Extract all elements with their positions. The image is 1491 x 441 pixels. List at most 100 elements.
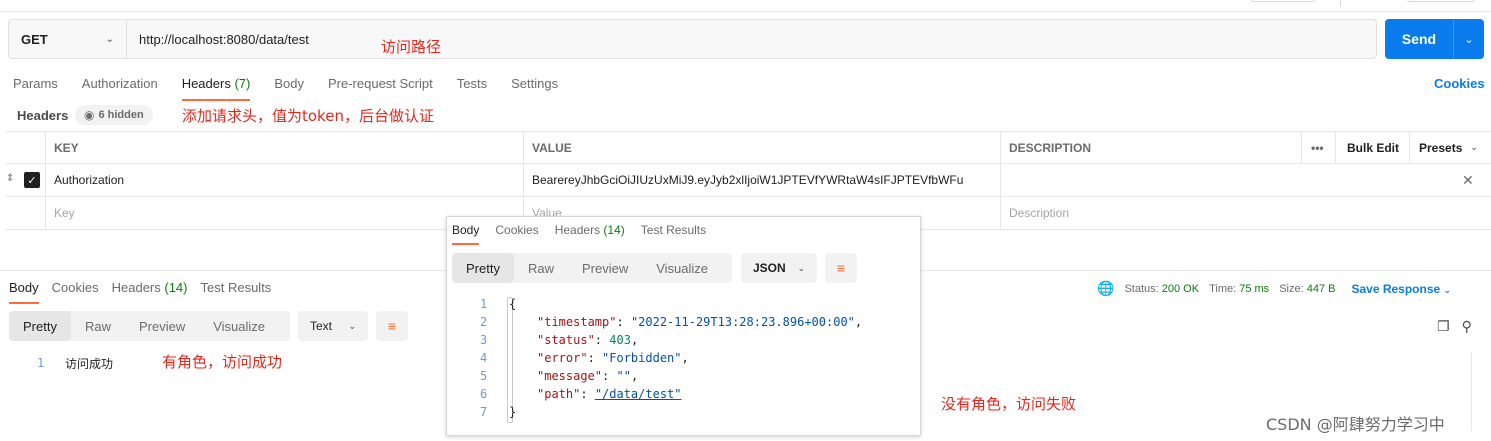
request-tabs: Params Authorization Headers (7) Body Pr… [13, 76, 558, 101]
description-placeholder[interactable]: Description [1000, 197, 1069, 229]
save-response-label: Save Response [1351, 281, 1441, 296]
eye-icon: ◉ [84, 108, 95, 122]
line-number: 2 [480, 315, 488, 329]
format-visualize[interactable]: Visualize [199, 311, 279, 341]
wrap-lines-icon[interactable]: ≡ [825, 253, 857, 283]
line-number: 4 [480, 351, 488, 365]
tab-params[interactable]: Params [13, 76, 58, 101]
key-placeholder[interactable]: Key [45, 197, 75, 229]
top-button-edge [1250, 0, 1316, 2]
json-line-status: "status": 403, [537, 333, 639, 347]
overlay-tab-headers[interactable]: Headers (14) [555, 223, 625, 245]
status-label: Status: [1124, 282, 1159, 295]
overlay-format-group: Pretty Raw Preview Visualize [452, 253, 732, 283]
wrap-lines-icon[interactable]: ≡ [376, 311, 408, 341]
json-value: "2022-11-29T13:28:23.896+00:00" [630, 315, 855, 329]
response-tab-headers-label: Headers [111, 280, 161, 295]
copy-icon[interactable]: ❐ [1437, 318, 1450, 335]
row-checkbox[interactable]: ✓ [24, 172, 40, 188]
time-value: 75 ms [1239, 282, 1270, 295]
size-value: 447 B [1306, 282, 1336, 295]
top-button-edge [1407, 0, 1475, 2]
size-text: Size: 447 B [1279, 283, 1335, 295]
scrollbar[interactable] [1471, 352, 1472, 431]
presets-button[interactable]: Presets ⌄ [1410, 132, 1478, 163]
json-value: "" [616, 369, 631, 383]
overlay-tab-test-results[interactable]: Test Results [641, 223, 706, 245]
response-overlay: Body Cookies Headers (14) Test Results P… [446, 216, 921, 436]
response-type-select[interactable]: Text ⌄ [298, 311, 368, 341]
json-line-path: "path": "/data/test" [537, 387, 682, 401]
method-label: GET [21, 31, 48, 47]
line-number: 7 [480, 405, 488, 419]
tab-headers[interactable]: Headers (7) [181, 76, 251, 101]
header-key[interactable]: Authorization [45, 164, 124, 196]
cookies-link[interactable]: Cookies [1434, 76, 1485, 91]
save-response-button[interactable]: Save Response ⌄ [1351, 282, 1451, 296]
time-text: Time: 75 ms [1209, 283, 1269, 295]
globe-icon[interactable]: 🌐 [1097, 280, 1114, 297]
overlay-format-pretty[interactable]: Pretty [452, 253, 514, 283]
line-number: 1 [480, 297, 488, 311]
overlay-type-select[interactable]: JSON ⌄ [741, 253, 817, 283]
header-description[interactable] [1000, 164, 1009, 196]
line-number: 3 [480, 333, 488, 347]
overlay-format-preview[interactable]: Preview [568, 253, 642, 283]
overlay-tab-body[interactable]: Body [452, 223, 480, 245]
tab-headers-label: Headers [181, 76, 231, 91]
more-options-icon[interactable]: ••• [1302, 132, 1324, 163]
overlay-tab-cookies[interactable]: Cookies [495, 223, 538, 245]
response-tab-test-results[interactable]: Test Results [201, 280, 272, 304]
tab-tests[interactable]: Tests [457, 76, 487, 101]
response-tab-cookies[interactable]: Cookies [52, 280, 99, 304]
format-raw[interactable]: Raw [71, 311, 125, 341]
format-pretty[interactable]: Pretty [9, 311, 71, 341]
time-label: Time: [1209, 282, 1237, 295]
send-label: Send [1385, 19, 1454, 59]
format-preview[interactable]: Preview [125, 311, 199, 341]
chevron-down-icon: ⌄ [105, 33, 114, 45]
response-tab-body[interactable]: Body [9, 280, 39, 304]
method-select[interactable]: GET ⌄ [9, 20, 127, 58]
chevron-down-icon: ⌄ [1443, 284, 1452, 295]
json-line-message: "message": "", [537, 369, 639, 383]
json-key: "path" [537, 387, 581, 401]
header-value[interactable]: BearereyJhbGciOiJIUzUxMiJ9.eyJyb2xlIjoiW… [523, 164, 963, 196]
overlay-tab-headers-count: (14) [603, 223, 625, 237]
json-key: "status" [537, 333, 595, 347]
hidden-count: 6 hidden [98, 109, 144, 121]
send-button[interactable]: Send ⌄ [1385, 19, 1484, 59]
column-description: DESCRIPTION [1009, 140, 1092, 155]
response-tab-headers[interactable]: Headers (14) [112, 280, 188, 304]
response-status-bar: 🌐 Status: 200 OK Time: 75 ms Size: 447 B… [1097, 280, 1451, 297]
bulk-edit-button[interactable]: Bulk Edit [1338, 132, 1399, 163]
tab-settings[interactable]: Settings [511, 76, 558, 101]
url-input[interactable]: http://localhost:8080/data/test [127, 32, 309, 47]
overlay-tabs: Body Cookies Headers (14) Test Results [452, 223, 706, 245]
response-type-label: Text [310, 319, 333, 333]
line-number: 1 [37, 356, 45, 370]
hidden-headers-toggle[interactable]: ◉ 6 hidden [75, 105, 153, 125]
json-value: "Forbidden" [602, 351, 682, 365]
column-key: KEY [54, 140, 79, 155]
response-body-line: 访问成功 [65, 357, 114, 371]
overlay-type-label: JSON [753, 261, 786, 275]
json-path-link[interactable]: "/data/test" [595, 387, 682, 401]
tab-body[interactable]: Body [274, 76, 304, 101]
table-row: ⇕ ✓ Authorization BearereyJhbGciOiJIUzUx… [6, 164, 1491, 197]
top-divider [1340, 0, 1341, 6]
overlay-format-visualize[interactable]: Visualize [642, 253, 722, 283]
drag-handle-icon[interactable]: ⇕ [6, 173, 14, 184]
search-icon[interactable]: ⚲ [1462, 318, 1472, 335]
url-bar: GET ⌄ http://localhost:8080/data/test [8, 19, 1377, 59]
size-label: Size: [1279, 282, 1304, 295]
annotation-url: 访问路径 [381, 38, 442, 56]
response-tab-headers-count: (14) [164, 280, 188, 295]
tab-pre-request-script[interactable]: Pre-request Script [328, 76, 433, 101]
close-icon[interactable]: ✕ [1462, 172, 1474, 189]
tab-authorization[interactable]: Authorization [82, 76, 158, 101]
overlay-format-raw[interactable]: Raw [514, 253, 568, 283]
chevron-down-icon[interactable]: ⌄ [1454, 19, 1484, 59]
json-key: "error" [537, 351, 588, 365]
response-format-group: Pretty Raw Preview Visualize [9, 311, 290, 341]
